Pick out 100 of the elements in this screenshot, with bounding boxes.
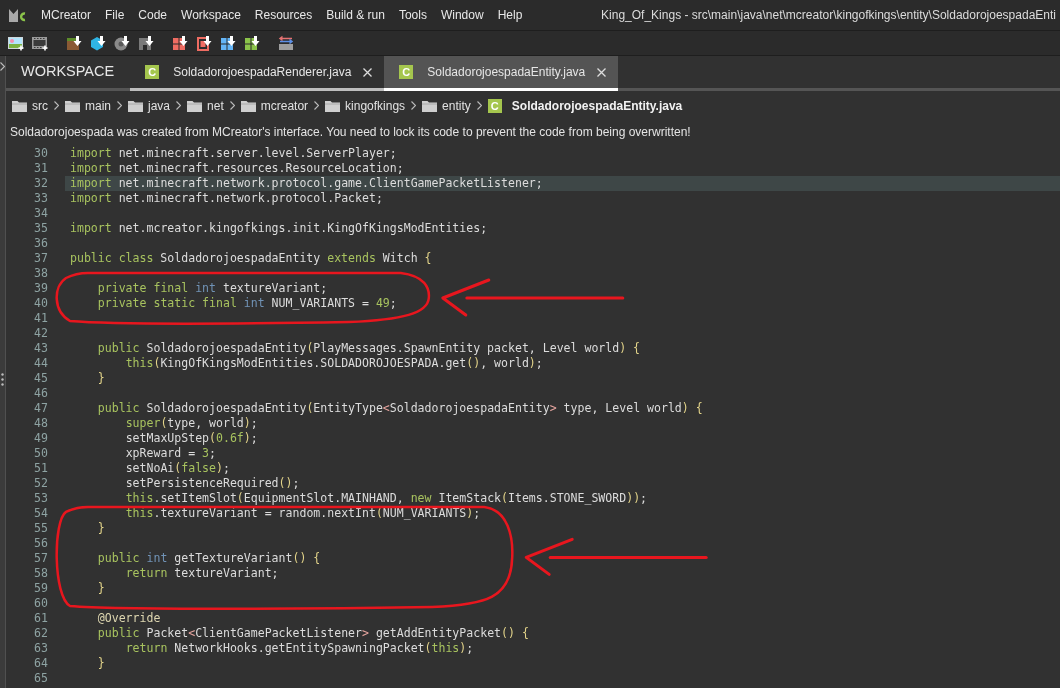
menu-item[interactable]: Resources bbox=[247, 4, 320, 26]
swap-arrows-icon[interactable] bbox=[278, 35, 294, 51]
line-number: 61 bbox=[34, 611, 48, 625]
breadcrumb-item[interactable]: mcreator bbox=[240, 96, 309, 115]
close-icon[interactable] bbox=[597, 67, 607, 77]
menu-item[interactable]: Code bbox=[131, 4, 175, 26]
menu-item[interactable]: Build & run bbox=[319, 4, 392, 26]
code-line: } bbox=[97, 371, 105, 385]
line-number: 62 bbox=[34, 626, 48, 640]
line-number: 46 bbox=[34, 386, 48, 400]
line-number: 65 bbox=[34, 671, 48, 685]
folder-icon bbox=[240, 99, 256, 112]
tiles-arrow-icon[interactable] bbox=[220, 35, 236, 51]
code-line: import net.minecraft.server.level.ServerPlayer; bbox=[70, 146, 397, 160]
breadcrumb-item[interactable]: net bbox=[187, 96, 224, 115]
code-line: } bbox=[97, 521, 105, 535]
menu-item[interactable]: Window bbox=[433, 4, 491, 26]
breadcrumb-item[interactable]: main bbox=[65, 96, 111, 115]
code-line: import net.minecraft.network.protocol.game.ClientGamePacketListener; bbox=[70, 176, 543, 190]
chevron-icon bbox=[314, 101, 320, 110]
menu-item[interactable]: MCreator bbox=[34, 4, 98, 26]
line-number: 32 bbox=[34, 176, 48, 190]
chevron-icon bbox=[54, 101, 59, 110]
panel-arrow-icon[interactable] bbox=[138, 35, 154, 51]
line-number: 52 bbox=[34, 476, 48, 490]
folder-icon bbox=[325, 99, 341, 112]
code-line: setNoAi(false); bbox=[125, 461, 230, 475]
line-number: 56 bbox=[34, 536, 48, 550]
code-line: return textureVariant; bbox=[125, 566, 279, 580]
breadcrumb-item[interactable]: entity bbox=[422, 96, 471, 115]
line-number: 49 bbox=[34, 431, 48, 445]
line-number: 63 bbox=[34, 641, 48, 655]
code-line: this.setItemSlot(EquipmentSlot.MAINHAND, new ItemStack(Items.STONE_SWORD)); bbox=[125, 491, 648, 505]
chevron-icon bbox=[176, 101, 182, 110]
notice-text: Soldadorojoespada was created from MCreator's interface. You need to lock its code to prevent the code from being overwritten! bbox=[10, 124, 691, 141]
folder-icon bbox=[65, 99, 80, 112]
chevron-icon bbox=[476, 101, 482, 110]
line-number: 44 bbox=[34, 356, 48, 370]
line-number: 47 bbox=[34, 401, 48, 415]
chevron-icon[interactable] bbox=[0, 62, 5, 71]
code-line: this(KingOfKingsModEntities.SOLDADOROJOESPADA.get(), world); bbox=[125, 356, 543, 370]
code-line: setMaxUpStep(0.6f); bbox=[125, 431, 258, 445]
line-number: 36 bbox=[34, 236, 48, 250]
tiles-arrow-icon[interactable] bbox=[244, 35, 260, 51]
code-line: public SoldadorojoespadaEntity(PlayMessages.SpawnEntity packet, Level world) { bbox=[97, 341, 641, 355]
grid-arrow-icon[interactable] bbox=[172, 35, 188, 51]
line-number: 43 bbox=[34, 341, 48, 355]
code-line: private final int textureVariant; bbox=[97, 281, 328, 295]
code-line: import net.minecraft.network.protocol.Packet; bbox=[70, 191, 383, 205]
menu-item[interactable]: Help bbox=[490, 4, 530, 26]
file-type-badge: C bbox=[487, 98, 502, 113]
tab[interactable]: C SoldadorojoespadaRenderer.java bbox=[130, 56, 385, 91]
logo-icon[interactable] bbox=[8, 7, 26, 23]
line-number: 37 bbox=[34, 251, 48, 265]
menu-item[interactable]: Tools bbox=[391, 4, 434, 26]
line-number: 50 bbox=[34, 446, 48, 460]
folder-icon bbox=[12, 99, 27, 112]
folder-icon bbox=[187, 99, 203, 112]
line-number: 30 bbox=[34, 146, 48, 160]
menu-item[interactable]: File bbox=[98, 4, 132, 26]
code-line: return NetworkHooks.getEntitySpawningPacket(this); bbox=[125, 641, 474, 655]
code-line: public int getTextureVariant() { bbox=[97, 551, 321, 565]
code-line: setPersistenceRequired(); bbox=[125, 476, 300, 490]
line-number: 55 bbox=[34, 521, 48, 535]
code-line: public class SoldadorojoespadaEntity extends Witch { bbox=[70, 251, 432, 265]
breadcrumb-item[interactable]: java bbox=[128, 96, 171, 115]
breadcrumb-item[interactable]: src bbox=[12, 96, 48, 115]
file-type-badge: C bbox=[399, 65, 414, 79]
gem-arrow-icon[interactable] bbox=[90, 35, 106, 51]
breadcrumb-item[interactable]: kingofkings bbox=[325, 96, 406, 115]
line-number: 41 bbox=[34, 311, 48, 325]
code-line: public Packet<ClientGamePacketListener> getAddEntityPacket() { bbox=[97, 626, 529, 640]
line-number: 34 bbox=[34, 206, 48, 220]
code-line: } bbox=[97, 656, 105, 670]
code-line: xpReward = 3; bbox=[125, 446, 216, 460]
chevron-icon bbox=[117, 101, 122, 110]
line-number: 39 bbox=[34, 281, 48, 295]
line-number: 35 bbox=[34, 221, 48, 235]
tab[interactable]: WORKSPACE bbox=[6, 56, 131, 91]
grip-icon[interactable] bbox=[1, 373, 4, 386]
line-number: 45 bbox=[34, 371, 48, 385]
breadcrumb-item[interactable]: C SoldadorojoespadaEntity.java bbox=[487, 96, 683, 115]
line-number: 54 bbox=[34, 506, 48, 520]
film-add-icon[interactable] bbox=[32, 35, 48, 51]
folder-icon bbox=[128, 99, 143, 112]
line-number: 33 bbox=[34, 191, 48, 205]
code-line: } bbox=[97, 581, 105, 595]
line-number: 51 bbox=[34, 461, 48, 475]
line-number: 53 bbox=[34, 491, 48, 505]
line-number: 42 bbox=[34, 326, 48, 340]
close-icon[interactable] bbox=[363, 67, 373, 77]
tab[interactable]: C SoldadorojoespadaEntity.java bbox=[384, 56, 619, 91]
line-number: 31 bbox=[34, 161, 48, 175]
line-number: 48 bbox=[34, 416, 48, 430]
line-number: 40 bbox=[34, 296, 48, 310]
code-line: public SoldadorojoespadaEntity(EntityType<SoldadorojoespadaEntity> type, Level world) { bbox=[97, 401, 703, 415]
menu-item[interactable]: Workspace bbox=[174, 4, 248, 26]
image-add-icon[interactable] bbox=[8, 35, 24, 51]
code-line: @Override bbox=[97, 611, 161, 625]
chevron-icon bbox=[229, 101, 235, 110]
